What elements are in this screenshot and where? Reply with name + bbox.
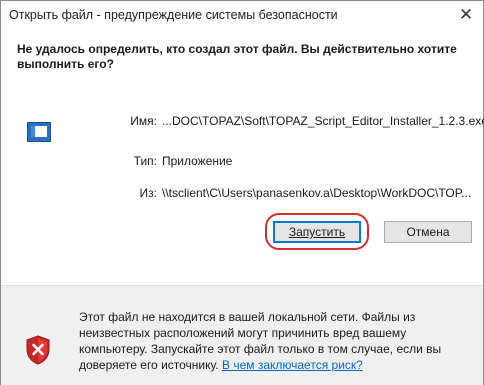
window-title: Открыть файл - предупреждение системы бе… (9, 8, 338, 22)
name-value: ...DOC\TOPAZ\Soft\TOPAZ_Script_Editor_In… (162, 114, 484, 128)
run-button[interactable]: Запустить (273, 221, 361, 243)
type-label: Тип: (133, 154, 157, 168)
run-button-label: Запустить (288, 225, 346, 239)
risk-link[interactable]: В чем заключается риск? (222, 358, 363, 372)
security-warning-dialog: Открыть файл - предупреждение системы бе… (0, 0, 484, 385)
application-window-icon (27, 122, 51, 142)
title-bar: Открыть файл - предупреждение системы бе… (1, 1, 483, 29)
cancel-button[interactable]: Отмена (384, 221, 472, 243)
cancel-button-label: Отмена (406, 225, 450, 239)
from-label: Из: (139, 186, 157, 200)
footer-message: Этот файл не находится в вашей локальной… (79, 309, 474, 373)
close-icon[interactable]: ✕ (453, 3, 479, 27)
security-shield-warning-icon (26, 335, 50, 365)
from-value: \\tsclient\C\Users\panasenkov.a\Desktop\… (162, 186, 472, 200)
name-label: Имя: (130, 114, 157, 128)
type-value: Приложение (162, 154, 233, 168)
warning-heading: Не удалось определить, кто создал этот ф… (17, 42, 457, 71)
